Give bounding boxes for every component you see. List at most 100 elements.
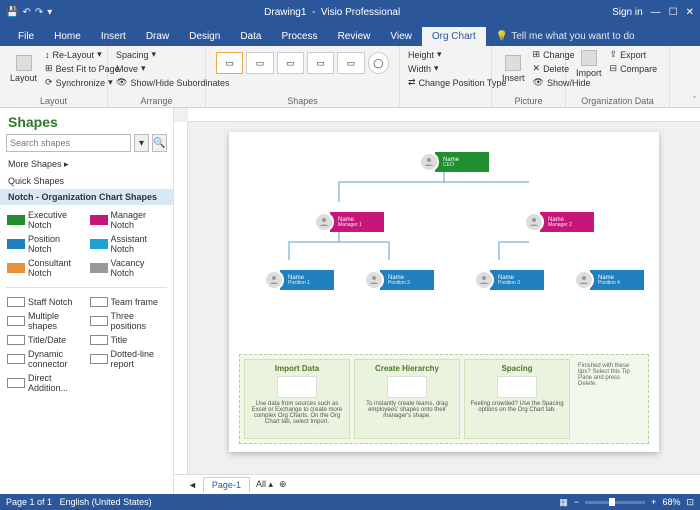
shape-item[interactable]: Staff Notch xyxy=(6,296,85,308)
tab-file[interactable]: File xyxy=(8,27,44,46)
tab-review[interactable]: Review xyxy=(328,27,381,46)
layout-icon xyxy=(16,55,32,71)
tellme[interactable]: 💡Tell me what you want to do xyxy=(486,27,645,46)
org-node[interactable]: NamePosition 3 xyxy=(474,270,544,290)
zoom-slider[interactable] xyxy=(585,501,645,504)
tab-orgchart[interactable]: Org Chart xyxy=(422,27,486,46)
shape-style-4[interactable]: ▭ xyxy=(307,52,334,74)
qat-more-icon[interactable]: ▾ xyxy=(47,7,52,18)
redo-icon[interactable]: ↷ xyxy=(35,7,43,18)
lightbulb-icon: 💡 xyxy=(496,31,508,42)
compare-button[interactable]: ⊟ Compare xyxy=(608,62,660,75)
shape-item[interactable]: Vacancy Notch xyxy=(89,257,168,279)
import-icon xyxy=(581,50,597,66)
save-icon[interactable]: 💾 xyxy=(6,7,18,18)
tab-insert[interactable]: Insert xyxy=(91,27,136,46)
all-pages[interactable]: All ▴ xyxy=(256,479,273,490)
org-node[interactable]: NameCEO xyxy=(419,152,489,172)
signin-link[interactable]: Sign in xyxy=(612,7,643,18)
picture-icon xyxy=(505,55,521,71)
shape-item[interactable]: Dynamic connector xyxy=(6,348,85,370)
undo-icon[interactable]: ↶ xyxy=(22,7,30,18)
status-lang[interactable]: English (United States) xyxy=(60,497,152,507)
tab-draw[interactable]: Draw xyxy=(136,27,179,46)
shape-item[interactable]: Direct Addition... xyxy=(6,372,85,394)
shape-style-1[interactable]: ▭ xyxy=(216,52,243,74)
group-label-layout: Layout xyxy=(6,96,101,107)
shape-item[interactable]: Title/Date xyxy=(6,334,85,346)
group-label-orgdata: Organization Data xyxy=(572,96,663,107)
changepos-button[interactable]: ⇄ Change Position Type xyxy=(406,76,485,89)
shape-style-2[interactable]: ▭ xyxy=(246,52,273,74)
titlebar: 💾 ↶ ↷ ▾ Drawing1 - Visio Professional Si… xyxy=(0,0,700,24)
tab-view[interactable]: View xyxy=(380,27,422,46)
tab-data[interactable]: Data xyxy=(230,27,271,46)
org-node[interactable]: NameManager 2 xyxy=(524,212,594,232)
group-label-shapes: Shapes xyxy=(212,96,393,107)
fit-page-icon[interactable]: ⊡ xyxy=(686,497,694,508)
shape-style-3[interactable]: ▭ xyxy=(277,52,304,74)
close-icon[interactable]: ✕ xyxy=(686,7,694,18)
page[interactable]: NameCEO NameManager 1 NameManager 2 NamePos… xyxy=(229,132,659,452)
maximize-icon[interactable]: ☐ xyxy=(669,7,678,18)
showhide-sub-button[interactable]: 👁 Show/Hide Subordinates xyxy=(114,76,199,89)
zoom-level[interactable]: 68% xyxy=(662,497,680,507)
shapes-gallery[interactable]: ▭ ▭ ▭ ▭ ▭ ◯ xyxy=(212,48,393,74)
shape-item[interactable]: Executive Notch xyxy=(6,209,85,231)
quick-shapes-link[interactable]: Quick Shapes xyxy=(0,173,173,189)
shape-item[interactable]: Team frame xyxy=(89,296,168,308)
org-node[interactable]: NameManager 1 xyxy=(314,212,384,232)
hint-spacing: SpacingFeeling crowded? Use the Spacing … xyxy=(464,359,570,439)
shape-style-5[interactable]: ▭ xyxy=(337,52,364,74)
doc-title: Drawing1 xyxy=(264,7,306,18)
tab-process[interactable]: Process xyxy=(271,27,327,46)
shape-item[interactable]: Title xyxy=(89,334,168,346)
minimize-icon[interactable]: — xyxy=(651,7,661,18)
add-page-icon[interactable]: ⊕ xyxy=(279,479,287,490)
tab-design[interactable]: Design xyxy=(179,27,230,46)
shape-item[interactable]: Multiple shapes xyxy=(6,310,85,332)
shape-item[interactable]: Assistant Notch xyxy=(89,233,168,255)
shape-item[interactable]: Position Notch xyxy=(6,233,85,255)
shape-item[interactable]: Three positions xyxy=(89,310,168,332)
collapse-ribbon-icon[interactable]: ˆ xyxy=(693,95,696,105)
shape-item[interactable]: Dotted-line report xyxy=(89,348,168,370)
spacing-button[interactable]: Spacing ▾ xyxy=(114,48,199,61)
search-icon[interactable]: 🔍 xyxy=(152,134,167,152)
canvas[interactable]: NameCEO NameManager 1 NameManager 2 NamePos… xyxy=(188,122,700,474)
tips-pane[interactable]: Import DataUse data from sources such as… xyxy=(239,354,649,444)
search-input[interactable] xyxy=(6,134,131,152)
shape-item[interactable]: Manager Notch xyxy=(89,209,168,231)
ribbon: Layout ↕ Re-Layout ▾ ⊞ Best Fit to Page … xyxy=(0,46,700,108)
zoom-out-icon[interactable]: − xyxy=(574,497,579,507)
view-mode-icon[interactable]: ▦ xyxy=(559,497,568,508)
hint-import: Import DataUse data from sources such as… xyxy=(244,359,350,439)
shapes-category[interactable]: Notch - Organization Chart Shapes xyxy=(0,189,173,205)
org-node[interactable]: NamePosition 2 xyxy=(364,270,434,290)
width-field[interactable]: Width ▾ xyxy=(406,62,485,75)
shapes-title: Shapes xyxy=(0,108,173,134)
layout-button[interactable]: Layout xyxy=(6,48,41,89)
ribbon-tabs: File Home Insert Draw Design Data Proces… xyxy=(0,24,700,46)
shapes-pane: Shapes ▾ 🔍 More Shapes ▸ Quick Shapes No… xyxy=(0,108,174,494)
insert-pic-button[interactable]: Insert xyxy=(498,48,529,89)
group-label-picture: Picture xyxy=(498,96,559,107)
status-pages: Page 1 of 1 xyxy=(6,497,52,507)
prev-page-icon[interactable]: ◄ xyxy=(188,480,197,490)
ruler-horizontal xyxy=(188,108,700,122)
page-tab-1[interactable]: Page-1 xyxy=(203,477,250,492)
tab-home[interactable]: Home xyxy=(44,27,91,46)
shape-item[interactable]: Consultant Notch xyxy=(6,257,85,279)
search-go-button[interactable]: ▾ xyxy=(134,134,149,152)
zoom-in-icon[interactable]: + xyxy=(651,497,656,507)
org-node[interactable]: NamePosition 1 xyxy=(264,270,334,290)
org-node[interactable]: NamePosition 4 xyxy=(574,270,644,290)
shape-style-6[interactable]: ◯ xyxy=(368,52,389,74)
move-button[interactable]: Move ▾ xyxy=(114,62,199,75)
hint-hierarchy: Create HierarchyTo instantly create team… xyxy=(354,359,460,439)
statusbar: Page 1 of 1 English (United States) ▦ − … xyxy=(0,494,700,510)
more-shapes-link[interactable]: More Shapes ▸ xyxy=(0,156,173,173)
height-field[interactable]: Height ▾ xyxy=(406,48,485,61)
export-button[interactable]: ⇪ Export xyxy=(608,48,660,61)
import-button[interactable]: Import xyxy=(572,48,606,80)
